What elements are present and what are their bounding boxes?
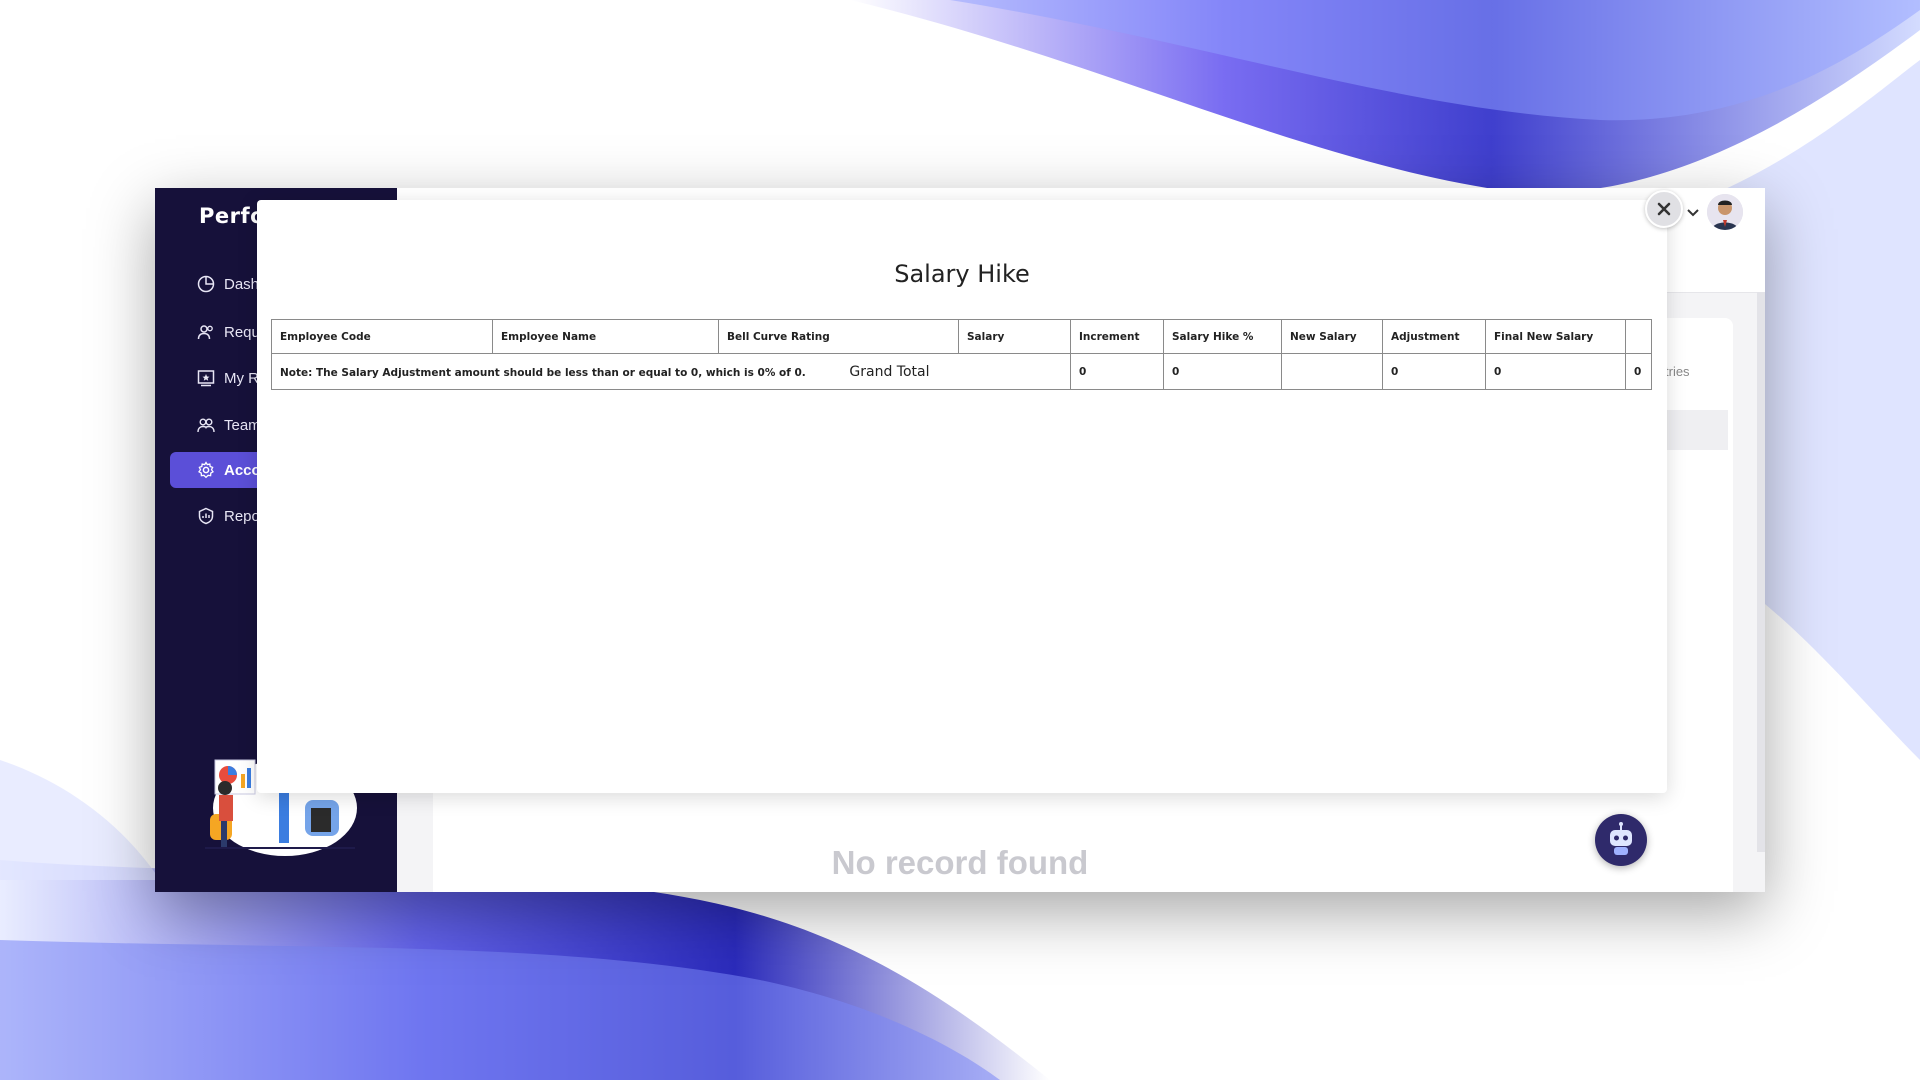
pie-chart-icon bbox=[196, 274, 216, 294]
team-icon bbox=[196, 415, 216, 435]
grand-total-row: Note: The Salary Adjustment amount shoul… bbox=[271, 353, 1652, 390]
robot-icon bbox=[1610, 822, 1632, 855]
star-board-icon bbox=[196, 368, 216, 388]
users-icon bbox=[196, 322, 216, 342]
chatbot-button[interactable] bbox=[1595, 814, 1647, 866]
column-header: Bell Curve Rating bbox=[718, 319, 959, 354]
column-header bbox=[1625, 319, 1652, 354]
note-cell: Note: The Salary Adjustment amount shoul… bbox=[271, 353, 1071, 390]
column-header: Employee Name bbox=[492, 319, 719, 354]
column-header: Final New Salary bbox=[1485, 319, 1626, 354]
avatar[interactable] bbox=[1707, 194, 1743, 230]
report-shield-icon bbox=[196, 506, 216, 526]
adjustment-note: Note: The Salary Adjustment amount shoul… bbox=[280, 366, 806, 379]
grand-total-label: Grand Total bbox=[849, 363, 930, 380]
sidebar-item-label: Dash bbox=[224, 275, 260, 293]
total-increment: 0 bbox=[1070, 353, 1164, 390]
table-header-row: Employee Code Employee Name Bell Curve R… bbox=[271, 319, 1652, 354]
sidebar-item-label: My R bbox=[224, 369, 259, 387]
total-adjustment: 0 bbox=[1382, 353, 1486, 390]
modal-close-button[interactable] bbox=[1645, 190, 1683, 228]
column-header: Increment bbox=[1070, 319, 1164, 354]
entries-label: tries bbox=[1665, 364, 1690, 379]
sidebar-item-label: Acco bbox=[224, 461, 261, 479]
total-salary-hike-pct: 0 bbox=[1163, 353, 1282, 390]
no-record-message: No record found bbox=[831, 844, 1089, 881]
salary-hike-table: Employee Code Employee Name Bell Curve R… bbox=[271, 319, 1652, 390]
close-icon bbox=[1657, 202, 1671, 216]
salary-hike-modal: Salary Hike Employee Code Employee Name … bbox=[257, 200, 1667, 793]
total-new-salary bbox=[1281, 353, 1383, 390]
scrollbar[interactable] bbox=[1757, 292, 1765, 852]
column-header: New Salary bbox=[1281, 319, 1383, 354]
column-header: Salary bbox=[958, 319, 1071, 354]
sidebar-item-label: Team bbox=[224, 416, 261, 434]
sidebar-item-label: Requ bbox=[224, 323, 260, 341]
modal-title: Salary Hike bbox=[894, 260, 1030, 288]
column-header: Employee Code bbox=[271, 319, 493, 354]
column-header: Adjustment bbox=[1382, 319, 1486, 354]
chevron-down-icon[interactable] bbox=[1685, 204, 1701, 220]
sidebar-item-label: Repo bbox=[224, 507, 260, 525]
column-header: Salary Hike % bbox=[1163, 319, 1282, 354]
total-last: 0 bbox=[1625, 353, 1652, 390]
gear-icon bbox=[196, 460, 216, 480]
total-final-new-salary: 0 bbox=[1485, 353, 1626, 390]
